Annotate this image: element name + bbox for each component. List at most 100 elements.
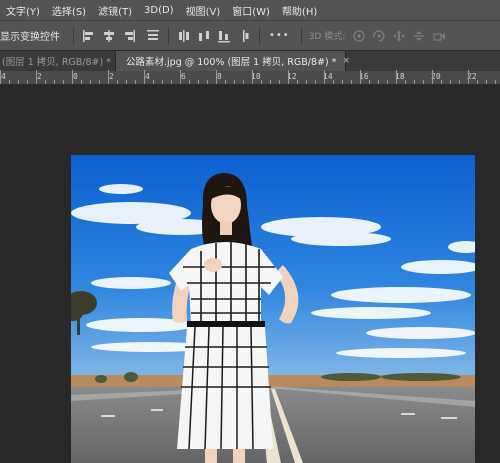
- options-bar: 显示变换控件 ••• 3D 模式:: [0, 20, 500, 50]
- ruler-tick: [180, 70, 181, 84]
- ruler-tick: [126, 80, 127, 84]
- horizontal-ruler[interactable]: 4 2 0 2 4 6 8 10 12 14 16 18 20 22: [0, 70, 500, 85]
- 3d-mode-label: 3D 模式:: [308, 32, 346, 42]
- ruler-tick: [360, 70, 361, 84]
- menu-filter[interactable]: 滤镜(T): [92, 3, 138, 18]
- ruler-tick: [324, 70, 325, 84]
- ruler-tick: [63, 80, 64, 84]
- menu-bar: 文字(Y) 选择(S) 滤镜(T) 3D(D) 视图(V) 窗口(W) 帮助(H…: [0, 0, 500, 20]
- distribute-bottom-icon[interactable]: [214, 26, 234, 46]
- ruler-label: 8: [217, 72, 222, 81]
- pan-3d-camera-icon[interactable]: [389, 26, 409, 46]
- menu-help[interactable]: 帮助(H): [276, 3, 323, 18]
- ruler-tick: [27, 80, 28, 84]
- ruler-tick: [144, 70, 145, 84]
- ruler-tick: [243, 80, 244, 84]
- ruler-tick: [270, 80, 271, 84]
- ruler-tick: [441, 80, 442, 84]
- menu-select[interactable]: 选择(S): [46, 3, 92, 18]
- orbit-3d-camera-icon[interactable]: [349, 26, 369, 46]
- ruler-tick: [189, 80, 190, 84]
- distribute-top-icon[interactable]: [174, 26, 194, 46]
- ruler-tick: [423, 80, 424, 84]
- align-right-edges-icon[interactable]: [119, 26, 139, 46]
- ruler-tick: [216, 70, 217, 84]
- ruler-tick: [486, 80, 487, 84]
- divider: [168, 26, 169, 45]
- ruler-label: 0: [73, 72, 78, 81]
- align-left-edges-icon[interactable]: [79, 26, 99, 46]
- divider: [259, 26, 260, 45]
- align-horizontal-centers-icon[interactable]: [99, 26, 119, 46]
- ruler-tick: [162, 80, 163, 84]
- ruler-label: 2: [37, 72, 42, 81]
- scale-3d-camera-icon[interactable]: [429, 26, 449, 46]
- ruler-tick: [117, 80, 118, 84]
- distribute-left-icon[interactable]: [234, 26, 254, 46]
- ruler-tick: [432, 70, 433, 84]
- ruler-tick: [315, 80, 316, 84]
- ruler-tick: [288, 70, 289, 84]
- road-scene-image: [71, 155, 475, 463]
- menu-3d[interactable]: 3D(D): [138, 5, 180, 16]
- ruler-tick: [252, 70, 253, 84]
- menu-view[interactable]: 视图(V): [180, 3, 227, 18]
- ruler-tick: [306, 80, 307, 84]
- divider: [73, 26, 74, 45]
- ruler-tick: [297, 80, 298, 84]
- ruler-tick: [36, 70, 37, 84]
- ruler-tick: [153, 80, 154, 84]
- ruler-tick: [198, 80, 199, 84]
- ruler-tick: [135, 80, 136, 84]
- more-options-button[interactable]: •••: [269, 30, 290, 41]
- ruler-tick: [477, 80, 478, 84]
- ruler-tick: [45, 80, 46, 84]
- menu-window[interactable]: 窗口(W): [226, 3, 276, 18]
- ruler-tick: [108, 70, 109, 84]
- ruler-tick: [378, 80, 379, 84]
- divider: [300, 26, 302, 45]
- ruler-label: 6: [181, 72, 186, 81]
- ruler-tick: [234, 80, 235, 84]
- ruler-tick: [72, 70, 73, 84]
- ruler-tick: [225, 80, 226, 84]
- ruler-tick: [333, 80, 334, 84]
- roll-3d-camera-icon[interactable]: [369, 26, 389, 46]
- tab-label: 公路素材.jpg @ 100% (图层 1 拷贝, RGB/8#) *: [126, 57, 337, 68]
- ruler-tick: [405, 80, 406, 84]
- ruler-tick: [207, 80, 208, 84]
- document-canvas[interactable]: [71, 155, 475, 463]
- ruler-tick: [81, 80, 82, 84]
- ruler-tick: [351, 80, 352, 84]
- tab-layer-copy-document[interactable]: (图层 1 拷贝, RGB/8#) * ×: [0, 51, 125, 71]
- slide-3d-camera-icon[interactable]: [409, 26, 429, 46]
- ruler-tick: [171, 80, 172, 84]
- ruler-label: 2: [109, 72, 114, 81]
- align-top-edges-icon[interactable]: [143, 26, 163, 46]
- ruler-tick: [342, 80, 343, 84]
- ruler-tick: [369, 80, 370, 84]
- ruler-tick: [90, 80, 91, 84]
- ruler-tick: [9, 80, 10, 84]
- tab-road-material-document[interactable]: 公路素材.jpg @ 100% (图层 1 拷贝, RGB/8#) * ×: [116, 51, 350, 71]
- ruler-tick: [468, 70, 469, 84]
- ruler-tick: [459, 80, 460, 84]
- close-icon[interactable]: ×: [342, 56, 350, 66]
- show-transform-controls-label[interactable]: 显示变换控件: [0, 28, 60, 43]
- ruler-tick: [99, 80, 100, 84]
- document-tab-bar: (图层 1 拷贝, RGB/8#) * × 公路素材.jpg @ 100% (图…: [0, 51, 500, 71]
- canvas-workspace[interactable]: [0, 86, 500, 463]
- menu-type[interactable]: 文字(Y): [0, 3, 46, 18]
- ruler-tick: [18, 80, 19, 84]
- ruler-tick: [0, 70, 1, 84]
- ruler-tick: [261, 80, 262, 84]
- distribute-vertical-centers-icon[interactable]: [194, 26, 214, 46]
- ruler-label: 4: [1, 72, 6, 81]
- ruler-tick: [279, 80, 280, 84]
- ruler-tick: [396, 70, 397, 84]
- tab-label: (图层 1 拷贝, RGB/8#) *: [2, 57, 111, 68]
- ruler-tick: [387, 80, 388, 84]
- ruler-tick: [495, 80, 496, 84]
- ruler-tick: [450, 80, 451, 84]
- ruler-label: 4: [145, 72, 150, 81]
